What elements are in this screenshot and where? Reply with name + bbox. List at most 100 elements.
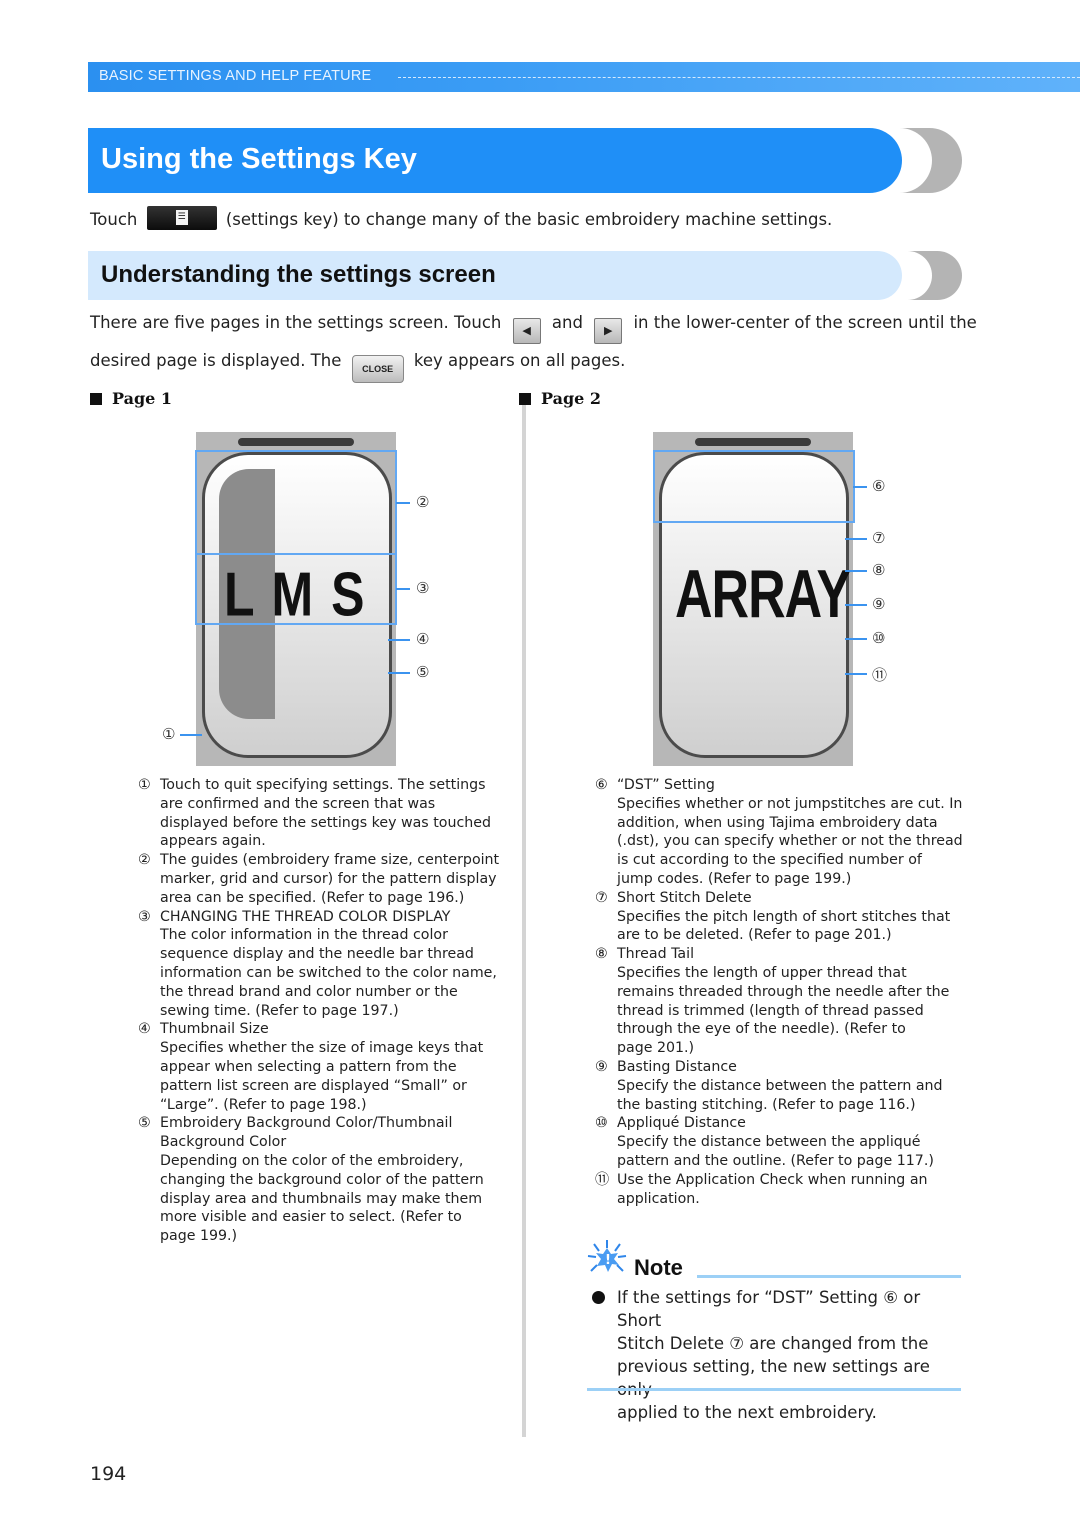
- note-text-line: previous setting, the new settings are o…: [617, 1357, 930, 1399]
- page2-heading: Page 2: [519, 389, 601, 408]
- description-item: ② The guides (embroidery frame size, cent…: [138, 851, 518, 907]
- settings-list-icon: ☰: [175, 210, 188, 225]
- description-item: ① Touch to quit specifying settings. The …: [138, 776, 518, 851]
- description-item: ⑦ Short Stitch Delete Specifies the pitch …: [595, 889, 975, 945]
- description-item: ⑤ Embroidery Background Color/Thumbnail Ba…: [138, 1114, 518, 1246]
- screen-top-bar: [238, 438, 354, 446]
- item-text-line: information can be switched to the color…: [160, 964, 497, 981]
- callout-line-2: [396, 502, 410, 504]
- callout-line-3: [396, 588, 410, 590]
- item-text-line: is cut according to the specified number…: [617, 852, 922, 869]
- item-text-line: the basting stitching. (Refer to page 11…: [617, 1096, 916, 1113]
- right-arrow-icon: ▶: [603, 324, 613, 337]
- callout-line-1: [180, 734, 202, 736]
- highlight-box-6: [653, 450, 855, 523]
- item-title: Thread Tail: [617, 946, 695, 963]
- description-item: ⑨ Basting Distance Specify the distance be…: [595, 1058, 975, 1114]
- item-text-line: marker, grid and cursor) for the pattern…: [160, 870, 497, 887]
- callout-number-4: ④: [416, 630, 430, 648]
- item-number: ⑧: [595, 946, 608, 963]
- description-item: ⑩ Appliqué Distance Specify the distance b…: [595, 1114, 975, 1170]
- settings-key-image: ☰: [146, 206, 217, 230]
- next-page-key-image: ▶: [594, 318, 623, 344]
- intro-text-after: (settings key) to change many of the bas…: [225, 210, 833, 229]
- subsection-title: Understanding the settings screen: [101, 261, 496, 288]
- close-key-image: CLOSE: [351, 355, 404, 383]
- line2-text-after: key appears on all pages.: [413, 351, 626, 370]
- item-number: ②: [138, 852, 151, 869]
- intro-text-before: Touch: [90, 210, 138, 229]
- callout-number-3: ③: [416, 579, 430, 597]
- callout-line-7: [845, 538, 867, 540]
- callout-number-1: ①: [162, 725, 176, 743]
- item-text-line: Specifies whether or not jumpstitches ar…: [617, 795, 963, 812]
- item-text-line: area can be specified. (Refer to page 19…: [160, 889, 465, 906]
- subsection-line-2: desired page is displayed. The CLOSE key…: [90, 351, 625, 383]
- note-text-line: Stitch Delete ⑦ are changed from the: [617, 1334, 929, 1353]
- note-top-rule: [697, 1275, 961, 1278]
- item-text-line: displayed before the settings key was to…: [160, 814, 491, 831]
- prev-page-key-image: ◀: [512, 318, 541, 344]
- item-text-line: pattern and the outline. (Refer to page …: [617, 1152, 934, 1169]
- callout-line-9: [845, 604, 867, 606]
- page-number: 194: [90, 1463, 127, 1485]
- page2-heading-text: Page 2: [541, 389, 602, 408]
- item-number: ⑪: [595, 1171, 610, 1188]
- item-text-line: the thread brand and color number or the: [160, 983, 458, 1000]
- callout-number-11: ⑪: [872, 666, 888, 684]
- item-text-line: remains threaded through the needle afte…: [617, 983, 950, 1000]
- callout-line-11: [845, 673, 867, 675]
- item-text-line: “Large”. (Refer to page 198.): [160, 1096, 367, 1113]
- item-text-line: changing the background color of the pat…: [160, 1171, 484, 1188]
- item-number: ⑥: [595, 777, 608, 793]
- item-text-line: application.: [617, 1190, 700, 1207]
- item-text-line: display area and thumbnails may make the…: [160, 1190, 483, 1207]
- item-text-line: Specify the distance between the pattern…: [617, 1077, 943, 1094]
- description-item: ⑥ “DST” Setting Specifies whether or not j…: [595, 776, 975, 889]
- item-text-line: The color information in the thread colo…: [160, 927, 448, 944]
- item-text-line: The guides (embroidery frame size, cente…: [160, 852, 500, 869]
- callout-number-6: ⑥: [872, 477, 886, 495]
- item-number: ⑦: [595, 889, 608, 906]
- item-text-line: sequence display and the needle bar thre…: [160, 946, 474, 963]
- item-text-line: appear when selecting a pattern from the: [160, 1058, 457, 1075]
- item-text-line: Specifies whether the size of image keys…: [160, 1040, 484, 1057]
- item-text-line: Touch to quit specifying settings. The s…: [160, 777, 486, 793]
- callout-line-6: [853, 486, 867, 488]
- item-text-line: are to be deleted. (Refer to page 201.): [617, 927, 892, 944]
- note-title: Note: [634, 1255, 683, 1280]
- page1-description-list: ① Touch to quit specifying settings. The …: [138, 776, 518, 1246]
- item-title: Appliqué Distance: [617, 1115, 746, 1132]
- callout-number-7: ⑦: [872, 529, 886, 547]
- item-title: Thumbnail Size: [160, 1021, 269, 1038]
- item-title: Basting Distance: [617, 1058, 737, 1075]
- item-number: ③: [138, 908, 151, 925]
- page1-heading-text: Page 1: [112, 389, 173, 408]
- square-bullet-icon: [90, 393, 102, 405]
- description-item: ⑧ Thread Tail Specifies the length of uppe…: [595, 945, 975, 1058]
- item-title: “DST” Setting: [617, 777, 715, 793]
- square-bullet-icon: [519, 393, 531, 405]
- item-number: ⑩: [595, 1115, 608, 1132]
- section-title-banner: Using the Settings Key: [88, 128, 962, 193]
- item-text-line: Depending on the color of the embroidery…: [160, 1152, 464, 1169]
- page1-heading: Page 1: [90, 389, 172, 408]
- note-text-line: applied to the next embroidery.: [617, 1403, 877, 1422]
- callout-number-10: ⑩: [872, 629, 886, 647]
- line1-text-and: and: [551, 313, 583, 332]
- left-arrow-icon: ◀: [522, 324, 531, 337]
- item-number: ④: [138, 1021, 151, 1038]
- item-title: Short Stitch Delete: [617, 889, 752, 906]
- note-text: If the settings for “DST” Setting ⑥ or S…: [592, 1286, 962, 1424]
- column-divider: [522, 405, 526, 1437]
- banner-body: Understanding the settings screen: [88, 251, 902, 300]
- item-text-line: Specifies the length of upper thread tha…: [617, 964, 907, 981]
- item-text-line: thread is trimmed (length of thread pass…: [617, 1002, 924, 1019]
- subsection-title-banner: Understanding the settings screen: [88, 251, 962, 300]
- section-header-title: BASIC SETTINGS AND HELP FEATURE: [99, 68, 372, 84]
- item-text-line: Background Color: [160, 1134, 287, 1151]
- intro-paragraph: Touch ☰ (settings key) to change many of…: [90, 206, 832, 230]
- note-text-line: If the settings for “DST” Setting ⑥ or S…: [617, 1288, 921, 1330]
- line2-text-before: desired page is displayed. The: [90, 351, 342, 370]
- subsection-line-1: There are five pages in the settings scr…: [90, 313, 977, 344]
